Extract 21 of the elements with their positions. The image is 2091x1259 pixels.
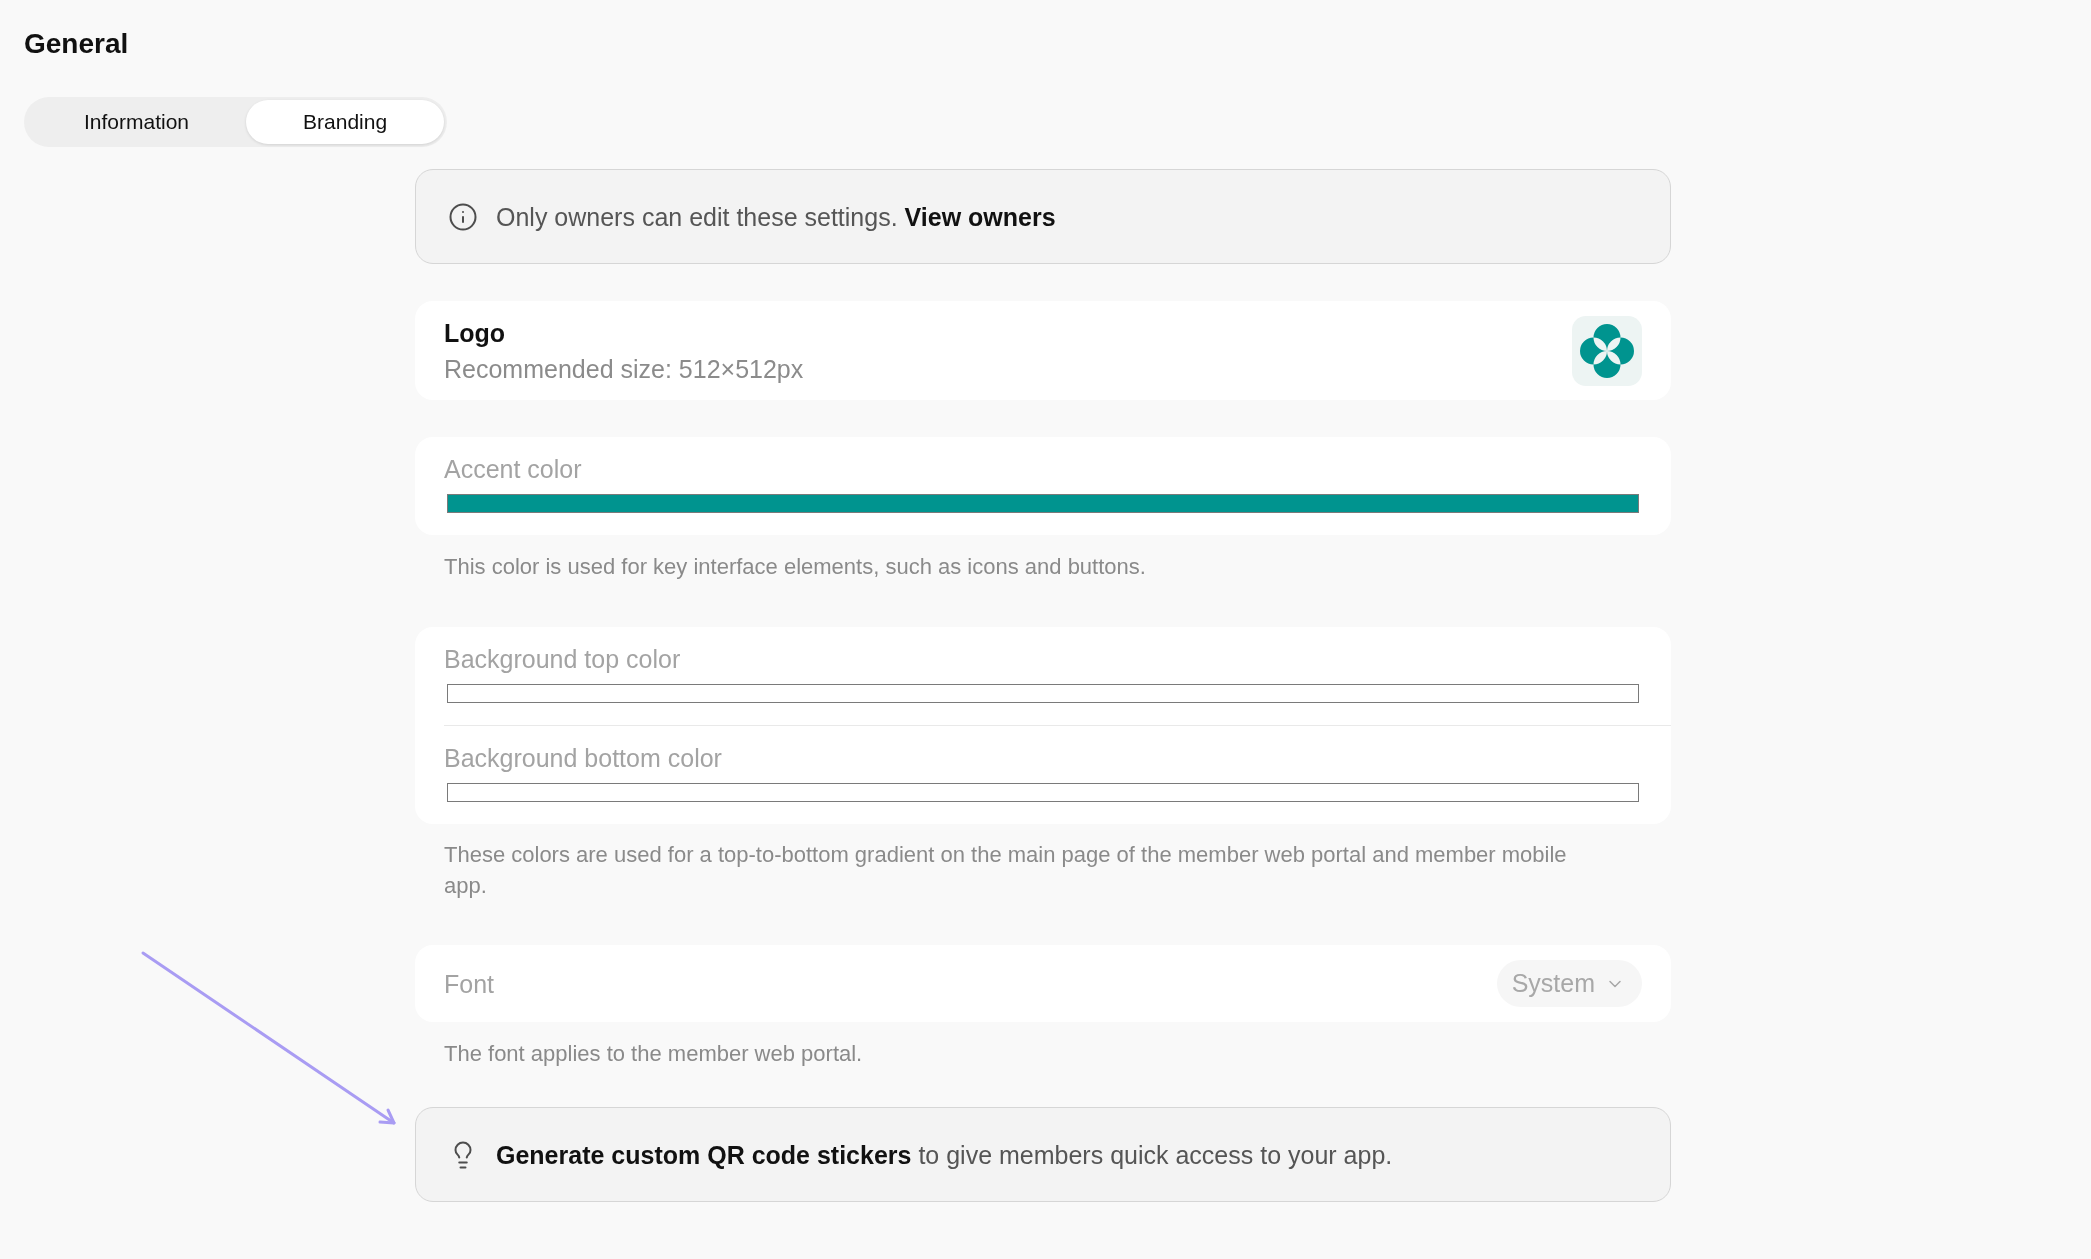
tab[interactable]: Information [27,100,247,144]
field-label: Background top color [444,644,682,675]
logo-label: Logo [444,318,507,349]
tip-text: Generate custom QR code stickers to give members quick access to your app. [496,1139,1393,1171]
notice-text: Only owners can edit these settings. View owners [496,201,1056,233]
field-label: Accent color [444,454,583,485]
field-label: Font [444,968,495,1000]
helper-text: These colors are used for a top-to-bottom gradient on the main page of the member web portal and member mobile app. [444,841,1568,900]
info-icon [448,201,478,232]
color-swatch[interactable] [447,684,1639,703]
field-label: Background bottom color [444,743,723,774]
page-title: General [24,27,130,61]
color-swatch[interactable] [447,494,1639,513]
view-owners-link[interactable]: View owners [904,202,1056,231]
color-swatch[interactable] [447,783,1639,802]
helper-text: The font applies to the member web portal. [444,1040,864,1068]
flower-logo-icon[interactable] [1572,316,1642,386]
qr-stickers-link[interactable]: Generate custom QR code stickers [496,1140,912,1169]
logo-size-hint: Recommended size: 512×512px [444,354,804,385]
helper-text: This color is used for key interface elements, such as icons and buttons. [444,553,1147,581]
tab[interactable]: Branding [246,100,445,144]
